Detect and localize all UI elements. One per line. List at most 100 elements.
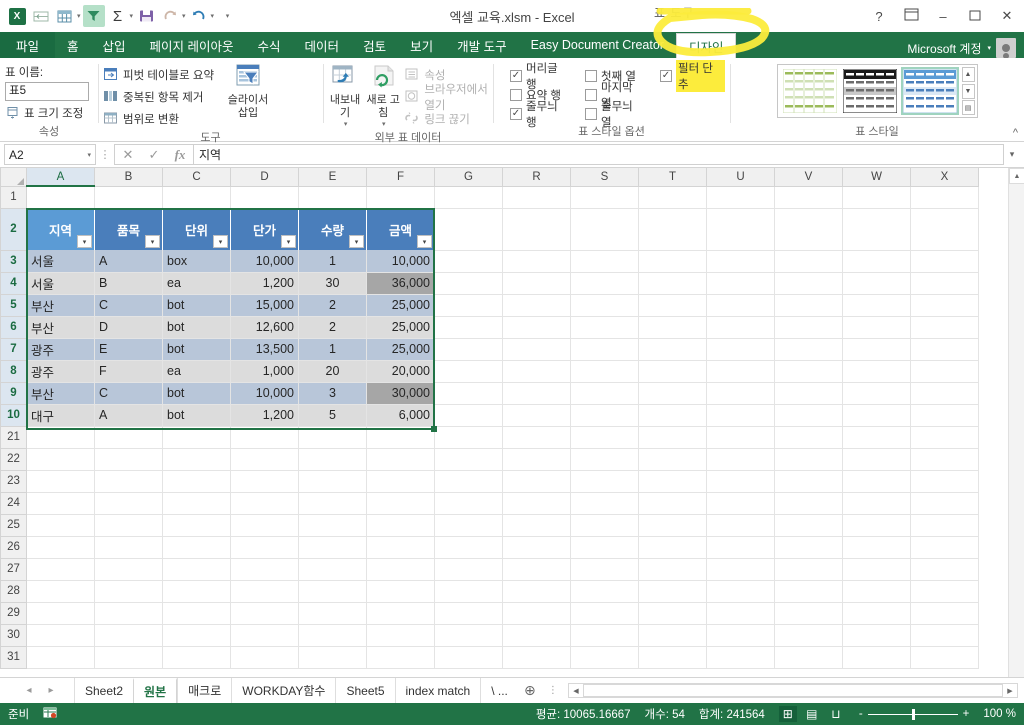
cell-C31[interactable]	[162, 646, 231, 669]
view-normal-icon[interactable]: ⊞	[778, 706, 797, 722]
cell-C10[interactable]: bot	[162, 404, 231, 427]
cell-U29[interactable]	[706, 602, 775, 625]
cell-C29[interactable]	[162, 602, 231, 625]
cell-G8[interactable]	[434, 360, 503, 383]
cell-X21[interactable]	[910, 426, 979, 449]
view-page-layout-icon[interactable]: ▤	[803, 706, 821, 722]
row-header-10[interactable]: 10	[0, 403, 27, 427]
zoom-slider-track[interactable]	[867, 708, 958, 720]
cell-A5[interactable]: 부산	[26, 294, 95, 317]
cell-U25[interactable]	[706, 514, 775, 537]
cell-A26[interactable]	[26, 536, 95, 559]
cell-A7[interactable]: 광주	[26, 338, 95, 361]
cancel-icon[interactable]: ✕	[115, 145, 141, 164]
cell-U2[interactable]	[706, 208, 775, 251]
cell-T29[interactable]	[638, 602, 707, 625]
cell-T28[interactable]	[638, 580, 707, 603]
cell-W9[interactable]	[842, 382, 911, 405]
cell-U21[interactable]	[706, 426, 775, 449]
cell-R27[interactable]	[502, 558, 571, 581]
cell-E25[interactable]	[298, 514, 367, 537]
cell-F8[interactable]: 20,000	[366, 360, 435, 383]
cell-W26[interactable]	[842, 536, 911, 559]
quick-print-icon[interactable]	[30, 5, 52, 27]
table-header-cell-unit[interactable]: 단위 ▾	[162, 208, 231, 250]
cell-X25[interactable]	[910, 514, 979, 537]
cell-G23[interactable]	[434, 470, 503, 493]
cell-V8[interactable]	[774, 360, 843, 383]
cell-T10[interactable]	[638, 404, 707, 427]
row-header-30[interactable]: 30	[0, 623, 27, 647]
cell-U26[interactable]	[706, 536, 775, 559]
selection-fill-handle[interactable]	[431, 426, 437, 432]
cell-S31[interactable]	[570, 646, 639, 669]
scroll-up-icon[interactable]: ▲	[1009, 168, 1024, 184]
cell-T7[interactable]	[638, 338, 707, 361]
cell-D9[interactable]: 10,000	[230, 382, 299, 405]
cell-F26[interactable]	[366, 536, 435, 559]
save-icon[interactable]	[135, 5, 157, 27]
cell-B25[interactable]	[94, 514, 163, 537]
filter-dropdown-icon[interactable]: ▾	[77, 235, 92, 248]
cell-X31[interactable]	[910, 646, 979, 669]
cell-W21[interactable]	[842, 426, 911, 449]
remove-duplicates-button[interactable]: 중복된 항목 제거	[103, 86, 214, 107]
cell-S9[interactable]	[570, 382, 639, 405]
hscroll-thumb[interactable]	[582, 684, 1003, 697]
cell-R1[interactable]	[502, 186, 571, 209]
cell-G25[interactable]	[434, 514, 503, 537]
cell-A31[interactable]	[26, 646, 95, 669]
cell-S23[interactable]	[570, 470, 639, 493]
row-header-6[interactable]: 6	[0, 315, 27, 339]
cell-U27[interactable]	[706, 558, 775, 581]
column-header-U[interactable]: U	[706, 168, 775, 187]
cell-F27[interactable]	[366, 558, 435, 581]
resize-table-button[interactable]: 표 크기 조정	[5, 103, 83, 122]
cell-A25[interactable]	[26, 514, 95, 537]
row-header-26[interactable]: 26	[0, 535, 27, 559]
checkbox-icon[interactable]	[510, 88, 522, 101]
cell-T24[interactable]	[638, 492, 707, 515]
cell-W10[interactable]	[842, 404, 911, 427]
cell-S26[interactable]	[570, 536, 639, 559]
cell-T3[interactable]	[638, 250, 707, 273]
table-header-cell-unit-price[interactable]: 단가 ▾	[230, 208, 299, 250]
cell-R7[interactable]	[502, 338, 571, 361]
customize-quick-access-icon[interactable]: ▾	[216, 5, 238, 27]
cell-S30[interactable]	[570, 624, 639, 647]
cell-W28[interactable]	[842, 580, 911, 603]
cell-W24[interactable]	[842, 492, 911, 515]
cell-E8[interactable]: 20	[298, 360, 367, 383]
gallery-scroll-down-icon[interactable]: ▼	[961, 83, 975, 99]
row-header-29[interactable]: 29	[0, 601, 27, 625]
ribbon-tab-design[interactable]: 디자인	[675, 33, 737, 58]
cell-D10[interactable]: 1,200	[230, 404, 299, 427]
cell-X10[interactable]	[910, 404, 979, 427]
cell-T8[interactable]	[638, 360, 707, 383]
cell-F4[interactable]: 36,000	[366, 272, 435, 295]
cell-E1[interactable]	[298, 186, 367, 209]
cell-X22[interactable]	[910, 448, 979, 471]
chevron-down-icon[interactable]: ▾	[182, 12, 186, 20]
sheet-nav-first-icon[interactable]: ◂	[18, 685, 40, 696]
column-header-G[interactable]: G	[434, 168, 503, 187]
cell-D5[interactable]: 15,000	[230, 294, 299, 317]
cell-E21[interactable]	[298, 426, 367, 449]
cell-B27[interactable]	[94, 558, 163, 581]
cell-A21[interactable]	[26, 426, 95, 449]
cell-B8[interactable]: F	[94, 360, 163, 383]
checkbox-banded-columns[interactable]: 줄무늬 열	[585, 101, 646, 129]
cell-B7[interactable]: E	[94, 338, 163, 361]
chevron-down-icon[interactable]: ▾	[87, 151, 91, 159]
cell-V5[interactable]	[774, 294, 843, 317]
cell-V4[interactable]	[774, 272, 843, 295]
table-header-cell-item[interactable]: 품목 ▾	[94, 208, 163, 250]
cell-E6[interactable]: 2	[298, 316, 367, 339]
cell-D21[interactable]	[230, 426, 299, 449]
gallery-more-icon[interactable]: ▤	[961, 100, 975, 115]
cell-D26[interactable]	[230, 536, 299, 559]
cell-R29[interactable]	[502, 602, 571, 625]
cell-B9[interactable]: C	[94, 382, 163, 405]
filter-dropdown-icon[interactable]: ▾	[213, 235, 228, 248]
checkbox-icon[interactable]: ✓	[510, 107, 522, 120]
